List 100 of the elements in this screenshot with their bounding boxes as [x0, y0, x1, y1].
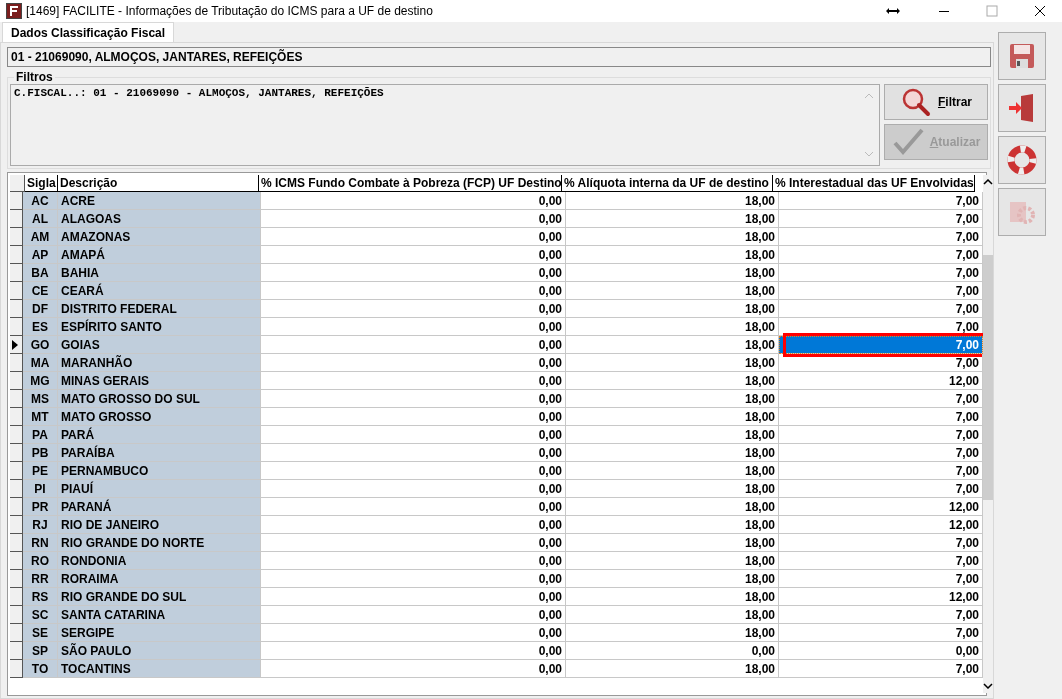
table-cell[interactable]: 0,00: [779, 642, 983, 660]
table-cell: GOIAS: [58, 336, 261, 354]
row-indicator[interactable]: [10, 552, 23, 570]
table-cell: BA: [23, 264, 58, 282]
row-indicator[interactable]: [10, 408, 23, 426]
table-cell: PR: [23, 498, 58, 516]
table-cell: AL: [23, 210, 58, 228]
table-cell[interactable]: 12,00: [779, 372, 983, 390]
tab[interactable]: Dados Classificação Fiscal: [2, 22, 175, 42]
column-header[interactable]: % ICMS Fundo Combate à Pobreza (FCP) UF Destino: [259, 175, 562, 192]
table-cell: 0,00: [261, 210, 566, 228]
table-cell: PARAÍBA: [58, 444, 261, 462]
table-cell[interactable]: 7,00: [779, 390, 983, 408]
row-indicator[interactable]: [10, 642, 23, 660]
table-cell: MA: [23, 354, 58, 372]
table-cell[interactable]: 7,00: [779, 480, 983, 498]
table-cell: RIO GRANDE DO NORTE: [58, 534, 261, 552]
column-header[interactable]: % Alíquota interna da UF de destino: [562, 175, 773, 192]
table-cell: CEARÁ: [58, 282, 261, 300]
row-indicator[interactable]: [10, 264, 23, 282]
table-cell: SÃO PAULO: [58, 642, 261, 660]
row-indicator[interactable]: [10, 372, 23, 390]
table-cell[interactable]: 7,00: [779, 570, 983, 588]
row-indicator[interactable]: [10, 318, 23, 336]
table-cell[interactable]: 7,00: [779, 246, 983, 264]
table-cell: 18,00: [566, 354, 779, 372]
table-cell: 0,00: [261, 462, 566, 480]
row-indicator[interactable]: [10, 354, 23, 372]
close-icon[interactable]: [1034, 5, 1046, 17]
table-cell[interactable]: 7,00: [779, 210, 983, 228]
table-cell: PA: [23, 426, 58, 444]
table-cell[interactable]: 7,00: [779, 336, 983, 354]
table-cell[interactable]: 12,00: [779, 498, 983, 516]
table-cell[interactable]: 7,00: [779, 462, 983, 480]
table-cell[interactable]: 7,00: [779, 426, 983, 444]
table-cell[interactable]: 7,00: [779, 300, 983, 318]
table-cell[interactable]: 7,00: [779, 444, 983, 462]
table-cell: 18,00: [566, 336, 779, 354]
help-button[interactable]: [998, 136, 1046, 184]
table-cell: TO: [23, 660, 58, 678]
row-indicator[interactable]: [10, 516, 23, 534]
table-cell[interactable]: 7,00: [779, 624, 983, 642]
table-cell[interactable]: 7,00: [779, 282, 983, 300]
table-cell[interactable]: 7,00: [779, 264, 983, 282]
save-button[interactable]: [998, 32, 1046, 80]
table-cell[interactable]: 12,00: [779, 516, 983, 534]
table-cell[interactable]: 7,00: [779, 606, 983, 624]
table-cell: 0,00: [261, 516, 566, 534]
row-indicator[interactable]: [10, 228, 23, 246]
table-cell: 0,00: [261, 534, 566, 552]
table-cell: RIO GRANDE DO SUL: [58, 588, 261, 606]
table-cell[interactable]: 7,00: [779, 534, 983, 552]
row-indicator[interactable]: [10, 498, 23, 516]
row-indicator[interactable]: [10, 246, 23, 264]
table-cell: 0,00: [261, 552, 566, 570]
table-cell[interactable]: 7,00: [779, 228, 983, 246]
table-cell: 0,00: [261, 408, 566, 426]
row-indicator[interactable]: [10, 624, 23, 642]
row-indicator[interactable]: [10, 426, 23, 444]
filter-text: C.FISCAL..: 01 - 21069090 - ALMOÇOS, JANTARES, REFEIÇÕES: [14, 87, 384, 101]
table-cell: 18,00: [566, 408, 779, 426]
table-cell: 18,00: [566, 228, 779, 246]
row-indicator[interactable]: [10, 588, 23, 606]
exit-button[interactable]: [998, 84, 1046, 132]
scroll-down-icon[interactable]: [983, 683, 993, 689]
row-indicator[interactable]: [10, 282, 23, 300]
table-cell: RJ: [23, 516, 58, 534]
row-indicator[interactable]: [10, 192, 23, 210]
table-cell[interactable]: 7,00: [779, 354, 983, 372]
table-cell[interactable]: 12,00: [779, 588, 983, 606]
row-indicator[interactable]: [10, 300, 23, 318]
table-cell: 18,00: [566, 192, 779, 210]
column-header[interactable]: % Interestadual das UF Envolvidas: [773, 175, 975, 192]
table-cell[interactable]: 7,00: [779, 552, 983, 570]
table-cell: 0,00: [261, 426, 566, 444]
row-indicator[interactable]: [10, 606, 23, 624]
row-indicator[interactable]: [10, 390, 23, 408]
row-indicator[interactable]: [10, 336, 23, 354]
table-cell: BAHIA: [58, 264, 261, 282]
table-cell: 0,00: [261, 372, 566, 390]
table-cell: 18,00: [566, 606, 779, 624]
row-indicator[interactable]: [10, 210, 23, 228]
row-indicator[interactable]: [10, 480, 23, 498]
row-indicator[interactable]: [10, 570, 23, 588]
table-cell: 0,00: [261, 300, 566, 318]
table-cell[interactable]: 7,00: [779, 192, 983, 210]
row-indicator[interactable]: [10, 660, 23, 678]
filter-button[interactable]: Filtrar: [884, 84, 988, 120]
resize-arrows-icon: [886, 7, 900, 15]
row-indicator[interactable]: [10, 462, 23, 480]
table-cell[interactable]: 7,00: [779, 660, 983, 678]
checkmark-icon: [891, 127, 926, 157]
row-indicator[interactable]: [10, 444, 23, 462]
table-cell: 0,00: [261, 624, 566, 642]
table-cell[interactable]: 7,00: [779, 408, 983, 426]
lifebuoy-icon: [1007, 145, 1037, 175]
row-indicator[interactable]: [10, 534, 23, 552]
table-cell: PERNAMBUCO: [58, 462, 261, 480]
table-cell: MT: [23, 408, 58, 426]
scroll-up-icon[interactable]: [983, 179, 993, 185]
